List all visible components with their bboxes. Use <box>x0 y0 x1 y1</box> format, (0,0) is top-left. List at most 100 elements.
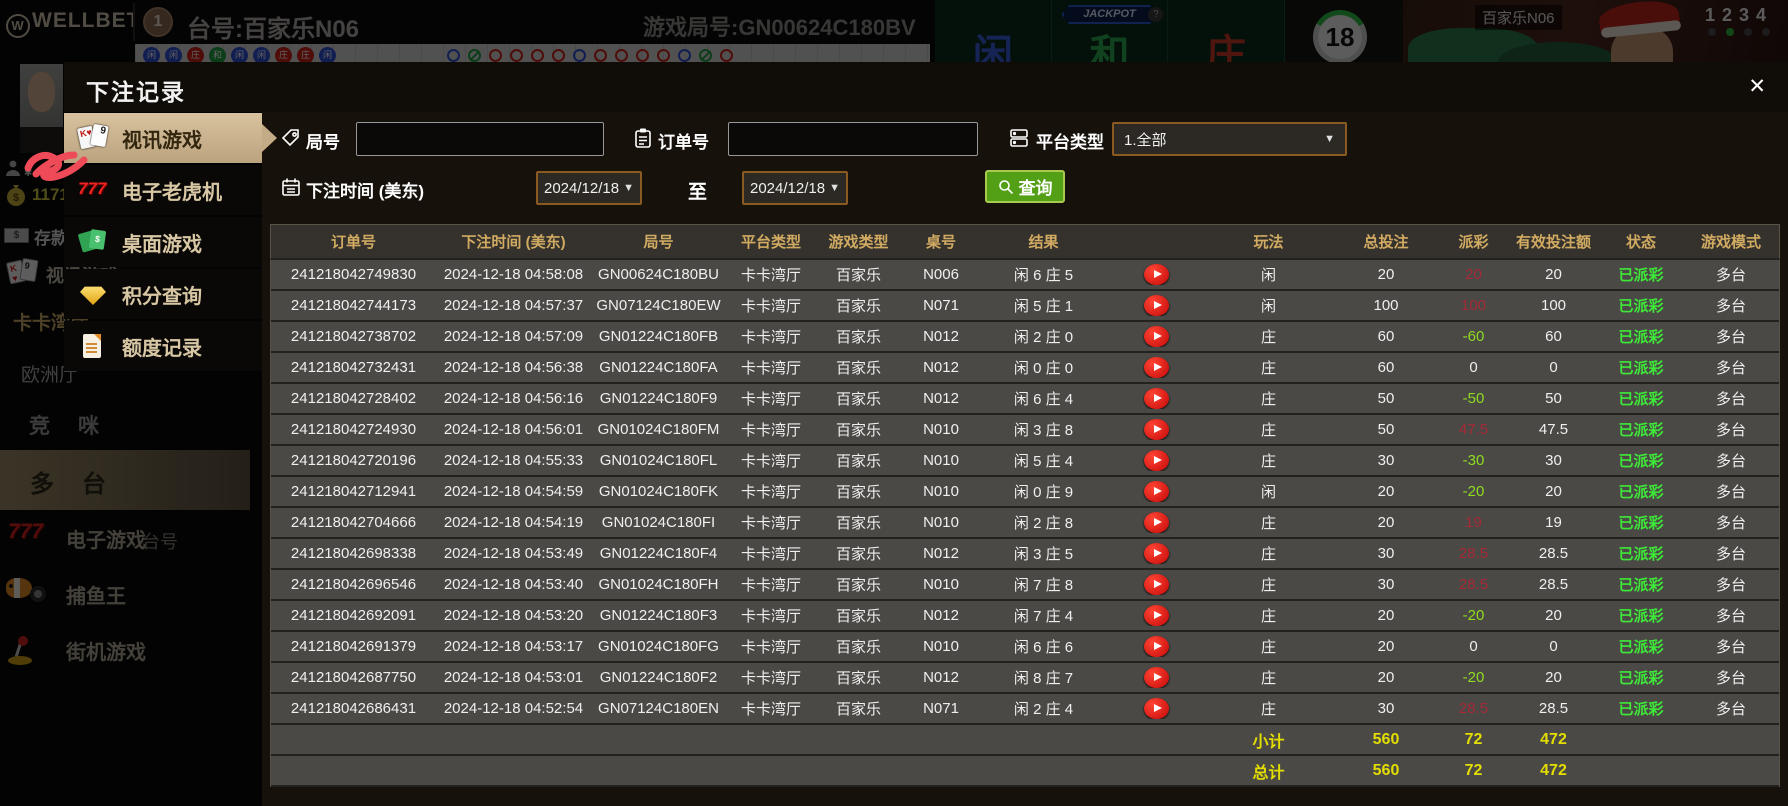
search-button[interactable]: 查询 <box>985 170 1065 203</box>
sidebar-item-points[interactable]: 积分查询 <box>64 269 262 319</box>
cell-result: 闲 0 庄 9 <box>1013 484 1074 501</box>
cell-order-id: 241218042738702 <box>290 328 417 345</box>
cell-game-type: 百家乐 <box>835 267 881 284</box>
cell-status: 已派彩 <box>1618 484 1664 501</box>
play-icon[interactable] <box>1143 419 1169 440</box>
cell-payout: -20 <box>1462 483 1485 500</box>
cell-platform: 卡卡湾厅 <box>740 484 801 501</box>
play-icon[interactable] <box>1143 605 1169 626</box>
play-icon[interactable] <box>1143 512 1169 533</box>
cell-round-id: GN01024C180FM <box>597 421 720 438</box>
cell-order-id: 241218042744173 <box>290 297 417 314</box>
play-icon[interactable] <box>1143 574 1169 595</box>
cell-platform: 卡卡湾厅 <box>740 515 801 532</box>
cell-play-type: 庄 <box>1260 639 1276 656</box>
cell-round-id: GN01224C180FA <box>599 359 718 376</box>
play-icon[interactable] <box>1143 667 1169 688</box>
close-icon[interactable]: ✕ <box>1748 74 1766 99</box>
sidebar-item-video-games[interactable]: K♥ 9 视讯游戏 <box>64 113 277 163</box>
cell-play-type: 庄 <box>1260 422 1276 439</box>
modal-title: 下注记录 <box>86 79 186 105</box>
cell-order-id: 241218042704666 <box>290 514 417 531</box>
play-icon[interactable] <box>1143 636 1169 657</box>
to-label: 至 <box>688 182 708 203</box>
cell-table-no: N012 <box>923 545 959 562</box>
cell-status: 已派彩 <box>1618 577 1664 594</box>
cell-total-bet: 20 <box>1377 514 1395 531</box>
cell-bet-time: 2024-12-18 04:58:08 <box>443 266 584 283</box>
date-to-select[interactable]: 2024/12/18 ▼ <box>742 171 848 205</box>
cell-valid-bet: 20 <box>1545 266 1562 283</box>
cell-valid-bet: 19 <box>1545 514 1562 531</box>
sidebar-item-slots[interactable]: 777 电子老虎机 <box>64 165 262 215</box>
cell-table-no: N010 <box>923 576 959 593</box>
sidebar-item-quota-records[interactable]: 额度记录 <box>64 321 262 371</box>
table-row: 241218042686431 2024-12-18 04:52:54 GN07… <box>271 694 1779 725</box>
round-filter-label: 局号 <box>306 133 340 152</box>
order-input[interactable] <box>728 122 978 156</box>
subtotal-row: 小计 560 72 472 <box>270 725 1780 756</box>
platform-select[interactable]: 1.全部 ▼ <box>1112 122 1347 156</box>
cell-payout: -20 <box>1462 669 1485 686</box>
cell-payout: -60 <box>1462 328 1485 345</box>
play-icon[interactable] <box>1143 481 1169 502</box>
cell-valid-bet: 30 <box>1545 452 1562 469</box>
cell-game-type: 百家乐 <box>835 546 881 563</box>
cell-play-type: 闲 <box>1260 298 1276 315</box>
cell-table-no: N006 <box>923 266 959 283</box>
cell-platform: 卡卡湾厅 <box>740 267 801 284</box>
play-icon[interactable] <box>1143 543 1169 564</box>
play-icon[interactable] <box>1143 698 1169 719</box>
play-icon[interactable] <box>1143 295 1169 316</box>
cell-game-type: 百家乐 <box>835 701 881 718</box>
sidebar-item-label: 电子老虎机 <box>122 181 222 204</box>
cell-valid-bet: 60 <box>1545 328 1562 345</box>
play-icon[interactable] <box>1143 450 1169 471</box>
play-icon[interactable] <box>1143 388 1169 409</box>
cell-game-type: 百家乐 <box>835 577 881 594</box>
cell-round-id: GN01024C180FG <box>598 638 719 655</box>
cell-bet-time: 2024-12-18 04:52:54 <box>443 700 584 717</box>
cell-result: 闲 7 庄 4 <box>1013 608 1074 625</box>
cell-total-bet: 50 <box>1377 390 1395 407</box>
cell-valid-bet: 100 <box>1540 297 1567 314</box>
document-icon <box>78 331 110 361</box>
cell-replay <box>1106 605 1206 626</box>
table-row: 241218042704666 2024-12-18 04:54:19 GN01… <box>271 508 1779 539</box>
cell-mode: 多台 <box>1715 670 1746 687</box>
cell-replay <box>1106 667 1206 688</box>
cell-round-id: GN07124C180EN <box>598 700 719 717</box>
cell-result: 闲 0 庄 0 <box>1013 360 1074 377</box>
table-row: 241218042744173 2024-12-18 04:57:37 GN07… <box>271 291 1779 322</box>
play-icon[interactable] <box>1143 326 1169 347</box>
cell-table-no: N012 <box>923 328 959 345</box>
round-input[interactable] <box>356 122 604 156</box>
cell-round-id: GN01224C180F3 <box>599 607 718 624</box>
cell-round-id: GN01024C180FI <box>601 514 716 531</box>
sidebar-item-table-games[interactable]: $ 桌面游戏 <box>64 217 262 267</box>
cell-game-type: 百家乐 <box>835 515 881 532</box>
cell-platform: 卡卡湾厅 <box>740 422 801 439</box>
cell-bet-time: 2024-12-18 04:53:17 <box>443 638 584 655</box>
modal-title-bar: 下注记录 ✕ <box>64 62 1788 112</box>
cell-payout: 0 <box>1469 638 1478 655</box>
cell-table-no: N010 <box>923 483 959 500</box>
cell-table-no: N010 <box>923 514 959 531</box>
date-from-select[interactable]: 2024/12/18 ▼ <box>536 171 642 205</box>
cell-status: 已派彩 <box>1618 329 1664 346</box>
table-row: 241218042724930 2024-12-18 04:56:01 GN01… <box>271 415 1779 446</box>
table-row: 241218042738702 2024-12-18 04:57:09 GN01… <box>271 322 1779 353</box>
cell-result: 闲 7 庄 8 <box>1013 577 1074 594</box>
play-icon[interactable] <box>1143 264 1169 285</box>
cell-order-id: 241218042698338 <box>290 545 417 562</box>
cell-status: 已派彩 <box>1618 422 1664 439</box>
red-scribble-annotation <box>24 151 88 181</box>
cell-play-type: 闲 <box>1260 484 1276 501</box>
play-icon[interactable] <box>1143 357 1169 378</box>
table-row: 241218042692091 2024-12-18 04:53:20 GN01… <box>271 601 1779 632</box>
cell-game-type: 百家乐 <box>835 639 881 656</box>
cell-play-type: 庄 <box>1260 453 1276 470</box>
cell-valid-bet: 28.5 <box>1538 576 1569 593</box>
cell-valid-bet: 28.5 <box>1538 545 1569 562</box>
cell-result: 闲 6 庄 5 <box>1013 267 1074 284</box>
